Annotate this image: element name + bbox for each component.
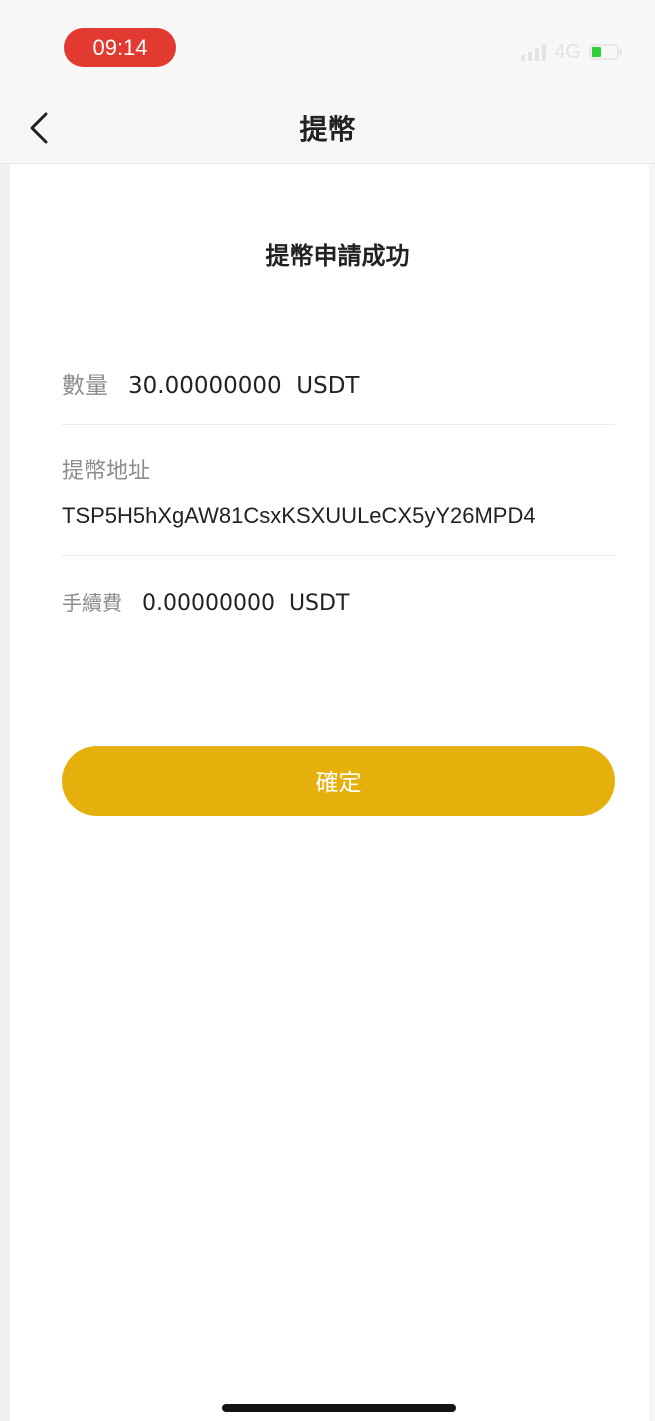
top-bar: 09:14 4G 提幣 <box>0 0 655 164</box>
home-indicator <box>222 1404 456 1412</box>
divider <box>62 555 615 556</box>
fee-value: 0.00000000 USDT <box>142 591 350 616</box>
address-value: TSP5H5hXgAW81CsxKSXUULeCX5yY26MPD4 <box>62 503 536 528</box>
amount-row: 數量 30.00000000 USDT <box>62 366 615 400</box>
divider <box>62 424 615 425</box>
signal-icon <box>521 43 547 61</box>
status-time: 09:14 <box>64 28 176 67</box>
battery-icon <box>589 44 622 60</box>
amount-label: 數量 <box>62 373 108 399</box>
success-message: 提幣申請成功 <box>265 242 410 270</box>
page-title: 提幣 <box>299 113 356 146</box>
address-label: 提幣地址 <box>62 459 151 484</box>
withdraw-success-screen: 09:14 4G 提幣 提幣申請成功 數量 30.00000000 USDT 提幣 <box>0 0 655 1421</box>
network-label: 4G <box>554 40 581 63</box>
screen-edge-right <box>649 0 655 1421</box>
fee-row: 手續費 0.00000000 USDT <box>62 587 615 616</box>
status-indicators: 4G <box>521 40 622 64</box>
amount-value: 30.00000000 USDT <box>128 373 360 399</box>
confirm-button[interactable]: 確定 <box>62 746 615 816</box>
screen-edge-left <box>0 0 10 1421</box>
fee-label: 手續費 <box>62 591 122 615</box>
